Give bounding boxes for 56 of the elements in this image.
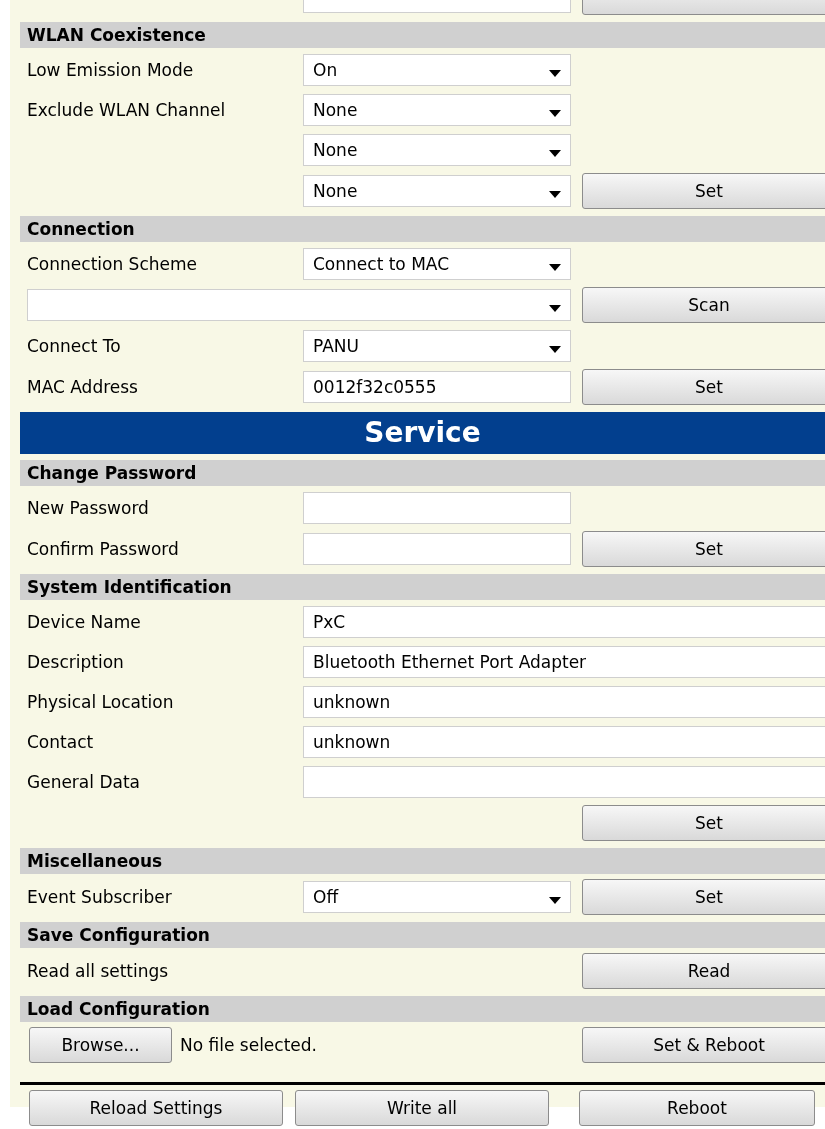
dropdown[interactable]: None xyxy=(303,94,571,126)
set-button[interactable]: Set & Reboot xyxy=(582,1027,825,1063)
action-button[interactable]: Reboot xyxy=(579,1090,815,1126)
field-label: Confirm Password xyxy=(26,539,180,559)
field-label: New Password xyxy=(26,498,150,518)
field-label: Event Subscriber xyxy=(26,887,173,907)
input-field[interactable]: PxC xyxy=(303,606,825,638)
field-label: Description xyxy=(26,652,125,672)
dropdown[interactable] xyxy=(27,289,571,321)
action-button[interactable]: Write all xyxy=(295,1090,549,1126)
set-button[interactable]: Set xyxy=(582,805,825,841)
file-status: No file selected. xyxy=(180,1035,317,1055)
dropdown[interactable]: None xyxy=(303,134,571,166)
dropdown[interactable]: Connect to MAC xyxy=(303,248,571,280)
set-button[interactable]: Set xyxy=(582,173,825,209)
set-button[interactable]: Set xyxy=(582,531,825,567)
dropdown[interactable]: On xyxy=(303,54,571,86)
field-label: Device Name xyxy=(26,612,142,632)
caret-icon xyxy=(549,896,561,904)
action-button[interactable]: Reload Settings xyxy=(29,1090,283,1126)
field-label: General Data xyxy=(26,772,141,792)
browse-button[interactable]: Browse... xyxy=(29,1027,172,1063)
section-banner: Service xyxy=(20,412,825,454)
input-field[interactable]: Bluetooth Ethernet Port Adapter xyxy=(303,646,825,678)
caret-icon xyxy=(549,304,561,312)
set-button[interactable]: Scan xyxy=(582,287,825,323)
section-header: Connection xyxy=(20,216,825,242)
input-field[interactable]: unknown xyxy=(303,726,825,758)
section-header: Miscellaneous xyxy=(20,848,825,874)
set-button[interactable]: Read xyxy=(582,953,825,989)
section-header: Load Configuration xyxy=(20,996,825,1022)
section-header: Save Configuration xyxy=(20,922,825,948)
input-field[interactable]: unknown xyxy=(303,686,825,718)
section-header: Change Password xyxy=(20,460,825,486)
caret-icon xyxy=(549,345,561,353)
set-button[interactable]: Set xyxy=(582,879,825,915)
set-button[interactable]: Set xyxy=(582,369,825,405)
field-label: Contact xyxy=(26,732,95,752)
dropdown[interactable]: Off xyxy=(303,881,571,913)
field-label: Read all settings xyxy=(26,961,170,981)
field-label: Low Emission Mode xyxy=(26,60,195,80)
field-label: Physical Location xyxy=(26,692,175,712)
field-label: Connect To xyxy=(26,336,122,356)
caret-icon xyxy=(549,190,561,198)
section-header: WLAN Coexistence xyxy=(20,22,825,48)
caret-icon xyxy=(549,149,561,157)
dropdown[interactable]: None xyxy=(303,175,571,207)
caret-icon xyxy=(549,69,561,77)
caret-icon xyxy=(549,109,561,117)
input-field[interactable]: 0012f32c0555 xyxy=(303,371,571,403)
dropdown[interactable]: PANU xyxy=(303,330,571,362)
field-label: MAC Address xyxy=(26,377,139,397)
section-header: System Identification xyxy=(20,574,825,600)
field-label: Exclude WLAN Channel xyxy=(26,100,227,120)
caret-icon xyxy=(549,263,561,271)
field-label: Connection Scheme xyxy=(26,254,198,274)
